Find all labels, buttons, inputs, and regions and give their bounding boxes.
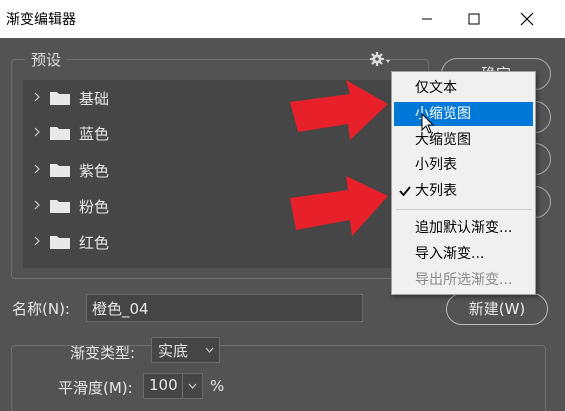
minimize-button[interactable] — [404, 0, 450, 38]
checkmark-icon — [399, 186, 411, 197]
preset-folder-label: 基础 — [79, 90, 110, 108]
menu-item-append-default[interactable]: 追加默认渐变... — [394, 216, 533, 240]
folder-icon — [50, 127, 70, 140]
chevron-right-icon[interactable] — [33, 126, 41, 138]
menu-item-large-thumbnail[interactable]: 大缩览图 — [394, 128, 533, 152]
preset-folder-label: 紫色 — [79, 162, 110, 180]
menu-item-small-list[interactable]: 小列表 — [394, 153, 533, 177]
menu-item-label: 小列表 — [415, 157, 457, 173]
presets-legend: 预设 — [25, 49, 68, 70]
name-input[interactable]: 橙色_04 — [86, 294, 363, 322]
gradient-type-label: 渐变类型: — [70, 344, 136, 362]
chevron-down-icon[interactable] — [188, 383, 197, 389]
menu-item-label: 追加默认渐变... — [415, 220, 513, 236]
menu-item-label: 仅文本 — [415, 80, 457, 96]
menu-separator — [396, 209, 532, 210]
maximize-button[interactable] — [451, 0, 497, 38]
preset-folder-label: 蓝色 — [79, 125, 110, 143]
view-options-menu: 仅文本 小缩览图 大缩览图 小列表 大列表 追加默认渐变... 导入渐变... … — [391, 71, 536, 295]
annotation-arrow — [290, 176, 388, 236]
folder-icon — [50, 200, 70, 213]
chevron-right-icon[interactable] — [33, 199, 41, 211]
name-label: 名称(N): — [12, 300, 70, 318]
new-button[interactable]: 新建(W) — [446, 293, 548, 325]
folder-icon — [50, 236, 70, 249]
preset-folder-label: 粉色 — [79, 198, 110, 216]
menu-item-text-only[interactable]: 仅文本 — [394, 76, 533, 100]
menu-item-label: 导入渐变... — [415, 246, 485, 262]
window-title: 渐变编辑器 — [6, 12, 76, 28]
chevron-right-icon[interactable] — [33, 91, 41, 103]
maximize-icon — [468, 13, 480, 25]
chevron-down-icon — [205, 347, 214, 353]
smoothness-input[interactable]: 100 — [143, 373, 203, 399]
menu-item-label: 大列表 — [415, 183, 457, 199]
smoothness-label: 平滑度(M): — [58, 379, 133, 397]
chevron-right-icon[interactable] — [33, 163, 41, 175]
menu-item-import[interactable]: 导入渐变... — [394, 242, 533, 266]
smoothness-value: 100 — [149, 376, 178, 394]
menu-item-export-selected[interactable]: 导出所选渐变... — [394, 268, 533, 292]
presets-settings-button[interactable] — [369, 50, 391, 72]
divider — [182, 374, 183, 398]
menu-item-label: 导出所选渐变... — [415, 272, 513, 288]
mouse-cursor-icon — [421, 113, 435, 134]
title-bar: 渐变编辑器 — [0, 0, 565, 38]
gear-icon — [370, 52, 390, 66]
minimize-icon — [422, 18, 432, 20]
close-button[interactable] — [504, 0, 550, 38]
annotation-arrow — [290, 80, 388, 140]
close-icon — [520, 12, 534, 26]
percent-sign: % — [210, 377, 225, 395]
menu-item-large-list[interactable]: 大列表 — [394, 179, 533, 203]
gradient-type-select[interactable]: 实底 — [151, 337, 220, 363]
menu-item-small-thumbnail[interactable]: 小缩览图 — [394, 102, 533, 126]
preset-folder-label: 红色 — [79, 234, 110, 252]
folder-icon — [50, 164, 70, 177]
folder-icon — [50, 92, 70, 105]
chevron-right-icon[interactable] — [33, 235, 41, 247]
gradient-type-value: 实底 — [158, 342, 189, 360]
